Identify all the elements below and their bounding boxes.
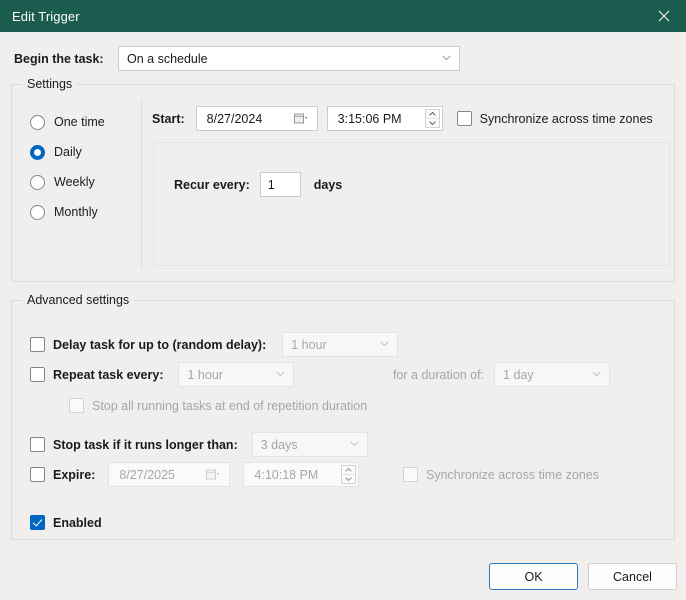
start-time-spinner[interactable]	[424, 109, 440, 128]
stop-all-running-tasks-label: Stop all running tasks at end of repetit…	[92, 398, 368, 413]
repeat-duration-value: 1 day	[503, 367, 534, 382]
chevron-down-icon	[592, 371, 601, 379]
recur-every-input[interactable]: 1	[259, 172, 301, 197]
enabled-label: Enabled	[53, 515, 102, 530]
start-sync-label: Synchronize across time zones	[479, 111, 653, 126]
expire-row: Expire: 8/27/2025 4:10:18 PM	[30, 462, 360, 487]
start-row: Start: 8/27/2024 3:15:06 PM Synchronize …	[152, 106, 653, 131]
radio-monthly-indicator	[30, 204, 45, 220]
repeat-duration-label: for a duration of:	[393, 367, 485, 382]
title-bar: Edit Trigger	[0, 0, 686, 32]
expire-date-value: 8/27/2025	[119, 467, 175, 482]
radio-daily[interactable]: Daily	[30, 137, 140, 167]
recur-every-row: Recur every: 1 days	[174, 172, 342, 197]
radio-one-time-indicator	[30, 114, 45, 130]
expire-time-input[interactable]: 4:10:18 PM	[243, 462, 360, 487]
settings-group-title: Settings	[22, 77, 78, 91]
begin-task-row: Begin the task: On a schedule	[14, 45, 674, 72]
stop-task-checkbox[interactable]	[30, 437, 45, 452]
radio-weekly[interactable]: Weekly	[30, 167, 140, 197]
chevron-down-icon	[276, 371, 286, 379]
repeat-task-row: Repeat task every: 1 hour	[30, 362, 295, 387]
calendar-icon[interactable]	[206, 469, 222, 480]
begin-task-dropdown[interactable]: On a schedule	[118, 46, 460, 71]
radio-weekly-label: Weekly	[54, 175, 95, 189]
start-sync-timezones-checkbox[interactable]: Synchronize across time zones	[456, 111, 653, 126]
start-date-value: 8/27/2024	[206, 111, 263, 126]
expire-date-input[interactable]: 8/27/2025	[108, 462, 231, 487]
start-sync-checkbox-indicator	[456, 111, 472, 126]
repeat-task-value: 1 hour	[187, 367, 223, 382]
expire-sync-label: Synchronize across time zones	[426, 467, 599, 482]
expire-sync-checkbox-indicator	[403, 467, 418, 482]
settings-groupbox: Settings One time Daily Weekly Monthly S…	[11, 77, 675, 282]
ok-button[interactable]: OK	[489, 563, 578, 590]
spinner-down-icon[interactable]	[342, 474, 356, 483]
delay-task-label: Delay task for up to (random delay):	[53, 337, 267, 352]
start-time-input[interactable]: 3:15:06 PM	[326, 106, 443, 131]
stop-task-value: 3 days	[260, 437, 298, 452]
stop-task-label: Stop task if it runs longer than:	[53, 437, 238, 452]
enabled-checkbox	[30, 515, 45, 530]
expire-time-value: 4:10:18 PM	[254, 467, 319, 482]
window-title: Edit Trigger	[12, 8, 80, 24]
expire-sync-timezones-checkbox[interactable]: Synchronize across time zones	[403, 462, 599, 487]
expire-label: Expire:	[53, 467, 96, 482]
radio-weekly-indicator	[30, 174, 45, 190]
repeat-duration-dropdown[interactable]: 1 day	[494, 362, 611, 387]
spinner-up-icon[interactable]	[342, 466, 355, 474]
start-label: Start:	[152, 111, 185, 126]
expire-time-spinner[interactable]	[341, 465, 357, 484]
radio-monthly[interactable]: Monthly	[30, 197, 140, 227]
cancel-button[interactable]: Cancel	[588, 563, 677, 590]
settings-divider	[141, 100, 142, 268]
delay-task-dropdown[interactable]: 1 hour	[282, 332, 399, 357]
repeat-duration-row: for a duration of: 1 day	[393, 362, 611, 387]
recur-every-label: Recur every:	[174, 177, 250, 192]
advanced-settings-groupbox: Advanced settings Delay task for up to (…	[11, 293, 675, 540]
chevron-down-icon	[380, 341, 389, 349]
begin-task-value: On a schedule	[127, 51, 208, 66]
stop-all-running-tasks-row: Stop all running tasks at end of repetit…	[69, 393, 367, 418]
stop-task-row: Stop task if it runs longer than: 3 days	[30, 432, 368, 457]
delay-task-value: 1 hour	[291, 337, 327, 352]
recurrence-panel: Recur every: 1 days	[153, 142, 670, 266]
enabled-row[interactable]: Enabled	[30, 510, 102, 535]
chevron-down-icon	[442, 55, 451, 63]
chevron-down-icon	[350, 441, 359, 449]
repeat-task-dropdown[interactable]: 1 hour	[178, 362, 295, 387]
schedule-type-radio-group: One time Daily Weekly Monthly	[30, 107, 140, 227]
radio-daily-label: Daily	[54, 145, 82, 159]
start-date-input[interactable]: 8/27/2024	[195, 106, 318, 131]
advanced-group-title: Advanced settings	[22, 293, 135, 307]
start-time-value: 3:15:06 PM	[337, 111, 402, 126]
stop-task-dropdown[interactable]: 3 days	[251, 432, 368, 457]
close-icon[interactable]	[641, 0, 686, 32]
calendar-icon[interactable]	[293, 113, 310, 124]
stop-all-running-tasks-checkbox[interactable]	[69, 398, 84, 413]
begin-task-label: Begin the task:	[14, 51, 104, 66]
repeat-task-checkbox[interactable]	[30, 367, 45, 382]
spinner-up-icon[interactable]	[426, 110, 439, 118]
spinner-down-icon[interactable]	[425, 118, 439, 127]
radio-one-time[interactable]: One time	[30, 107, 140, 137]
recur-every-unit: days	[313, 177, 343, 192]
radio-monthly-label: Monthly	[54, 205, 98, 219]
delay-task-row: Delay task for up to (random delay): 1 h…	[30, 332, 399, 357]
repeat-task-label: Repeat task every:	[53, 367, 164, 382]
radio-daily-indicator	[30, 144, 45, 160]
radio-one-time-label: One time	[54, 115, 105, 129]
delay-task-checkbox[interactable]	[30, 337, 45, 352]
expire-checkbox[interactable]	[30, 467, 45, 482]
